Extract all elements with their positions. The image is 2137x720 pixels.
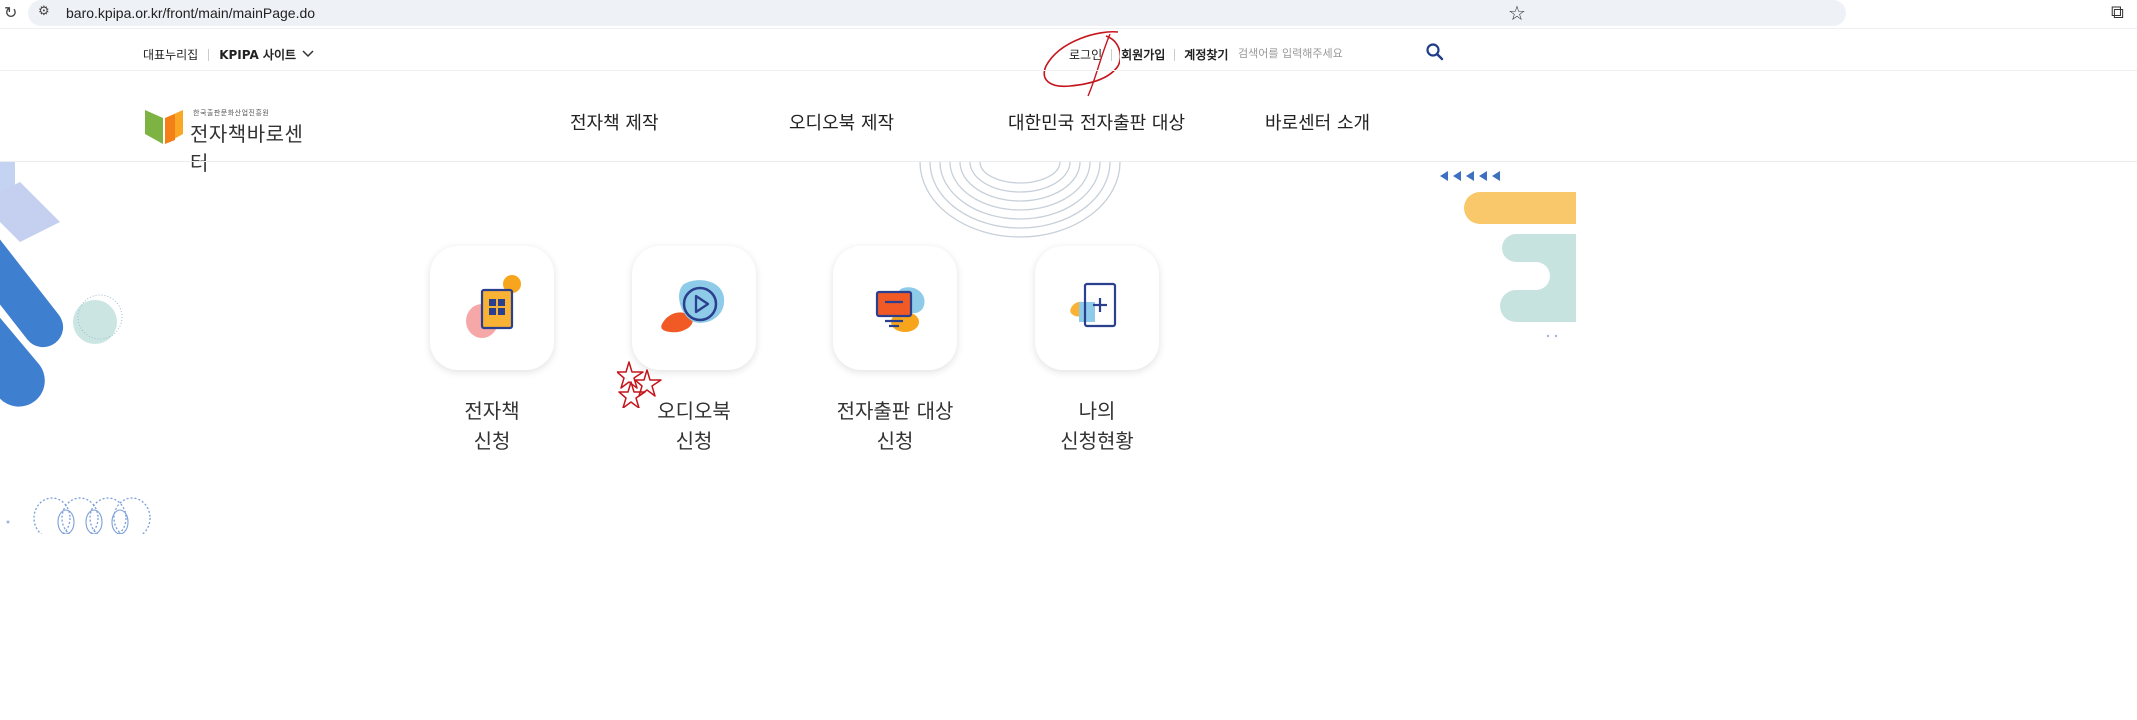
audiobook-play-icon: [661, 280, 725, 333]
bookmark-star-icon[interactable]: ☆: [1508, 1, 1526, 25]
decorative-shapes-right: [1440, 171, 1576, 338]
utility-divider: [0, 70, 2137, 71]
service-label-line2: 신청: [675, 429, 713, 453]
divider: [1174, 48, 1176, 61]
service-label-ebook[interactable]: 전자책 신청: [392, 396, 592, 456]
service-card-epublishing-award[interactable]: [833, 246, 957, 370]
browser-toolbar: ↻ ⚙ baro.kpipa.or.kr/front/main/mainPage…: [0, 0, 2137, 29]
document-plus-icon: [1070, 282, 1117, 328]
nav-audiobook-production[interactable]: 오디오북 제작: [789, 109, 894, 135]
ebook-icon: [466, 275, 521, 338]
logo-org-name: 한국출판문화산업진흥원: [193, 109, 270, 117]
annotation-stars: [617, 361, 662, 408]
kpipa-site-link[interactable]: KPIPA 사이트: [219, 46, 296, 63]
decorative-arcs: [919, 162, 1121, 238]
nav-ebook-production[interactable]: 전자책 제작: [570, 109, 659, 135]
site-info-icon[interactable]: ⚙: [38, 4, 50, 19]
utility-left-links: 대표누리집 KPIPA 사이트: [143, 46, 314, 63]
service-label-line1: 전자출판 대상: [836, 399, 954, 423]
service-label-line2: 신청: [473, 429, 511, 453]
service-label-line1: 나의: [1078, 399, 1116, 423]
annotation-circle: [1043, 30, 1120, 97]
signup-link[interactable]: 회원가입: [1121, 46, 1165, 63]
find-account-link[interactable]: 계정찾기: [1184, 46, 1228, 63]
nav-epublishing-award[interactable]: 대한민국 전자출판 대상: [1008, 109, 1185, 135]
address-bar[interactable]: ⚙ baro.kpipa.or.kr/front/main/mainPage.d…: [28, 0, 1846, 26]
service-card-ebook[interactable]: [430, 246, 554, 370]
chevron-down-icon[interactable]: [302, 48, 314, 61]
decorative-rings: [6, 497, 151, 534]
search-input[interactable]: [1238, 43, 1408, 64]
service-card-audiobook[interactable]: [632, 246, 756, 370]
service-card-my-status[interactable]: [1035, 246, 1159, 370]
decorative-shapes-left: [0, 162, 123, 407]
service-label-line1: 전자책: [464, 399, 520, 423]
search-icon[interactable]: [1425, 42, 1445, 62]
service-label-line2: 신청: [876, 429, 914, 453]
service-label-line2: 신청현황: [1060, 429, 1134, 453]
logo-title: 전자책바로센터: [190, 122, 304, 175]
divider: [208, 48, 210, 61]
service-label-epublishing-award[interactable]: 전자출판 대상 신청: [795, 396, 995, 456]
service-label-my-status[interactable]: 나의 신청현황: [997, 396, 1197, 456]
nav-about-center[interactable]: 바로센터 소개: [1265, 109, 1370, 135]
monitor-icon: [875, 287, 925, 332]
reload-icon[interactable]: ↻: [4, 3, 17, 22]
main-portal-link[interactable]: 대표누리집: [143, 46, 198, 63]
search-box: [1238, 42, 1448, 64]
extensions-icon[interactable]: ⧉: [2111, 2, 2124, 23]
site-logo[interactable]: 한국출판문화산업진흥원 전자책바로센터: [143, 98, 313, 175]
logo-book-icon: [145, 110, 183, 144]
url-text[interactable]: baro.kpipa.or.kr/front/main/mainPage.do: [66, 5, 315, 21]
